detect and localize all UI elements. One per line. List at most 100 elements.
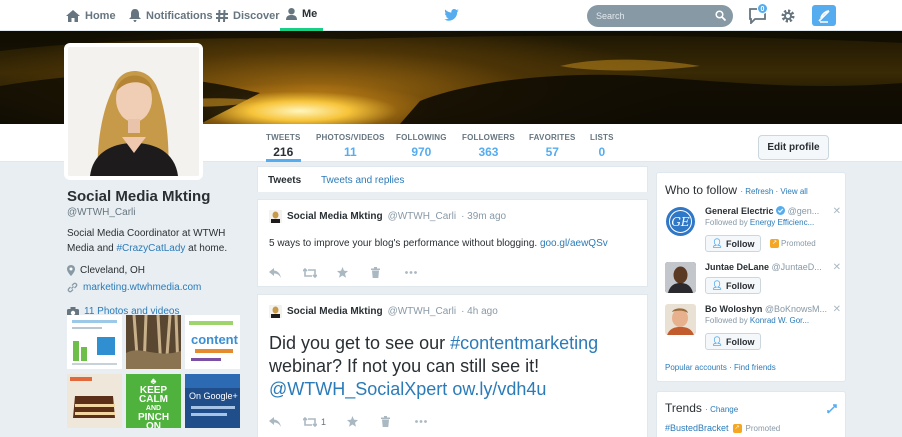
profile-card: Social Media Mkting @WTWH_Carli Social M… xyxy=(67,188,242,317)
stat-value: 216 xyxy=(273,145,294,159)
suggestion-avatar[interactable] xyxy=(665,262,696,293)
nav-home[interactable]: Home xyxy=(66,0,116,31)
word-cloud-text: content xyxy=(191,332,238,347)
photo-thumbnail-google-plus[interactable]: On Google+ xyxy=(185,374,240,428)
location-pin-icon xyxy=(67,265,75,276)
nav-discover[interactable]: Discover xyxy=(216,0,279,31)
more-button[interactable] xyxy=(415,420,449,423)
retweet-button[interactable] xyxy=(303,267,337,278)
search-icon[interactable] xyxy=(715,10,726,21)
tweet-author-name[interactable]: Social Media Mkting xyxy=(287,306,383,317)
gear-icon[interactable] xyxy=(780,8,796,24)
retweet-button[interactable]: 1 xyxy=(303,416,347,427)
stat-favorites[interactable]: FAVORITES 57 xyxy=(529,133,576,159)
who-to-follow-footer: Popular accounts · Find friends xyxy=(665,363,776,372)
suggestion-name[interactable]: Bo Woloshyn xyxy=(705,304,762,314)
tweet-line: Did you get to see our #contentmarketing xyxy=(269,332,639,355)
more-button[interactable] xyxy=(405,271,439,274)
stat-lists[interactable]: LISTS 0 xyxy=(590,133,614,159)
suggestion-handle: @JuntaeD... xyxy=(771,262,822,272)
reply-icon xyxy=(269,267,281,278)
compose-tweet-button[interactable] xyxy=(812,5,836,26)
favorite-button[interactable] xyxy=(347,416,381,427)
tweet-avatar[interactable] xyxy=(269,305,282,318)
stat-following[interactable]: FOLLOWING 970 xyxy=(396,133,447,159)
photo-thumbnail-word-cloud[interactable]: content xyxy=(185,315,240,369)
tweet-mention-link[interactable]: @WTWH_SocialXpert xyxy=(269,379,447,399)
stat-photos-videos[interactable]: PHOTOS/VIDEOS 11 xyxy=(316,133,385,159)
photo-thumbnail-keep-calm[interactable]: ♣ KEEP CALM AND PINCH ON xyxy=(126,374,181,428)
search-input[interactable] xyxy=(587,5,707,27)
star-icon xyxy=(337,267,348,278)
more-dots-icon xyxy=(415,420,427,423)
stat-value: 11 xyxy=(344,145,357,159)
tweet-author-name[interactable]: Social Media Mkting xyxy=(287,211,383,222)
search-box[interactable] xyxy=(587,5,733,27)
trend-item[interactable]: #BustedBracket ↗ Promoted xyxy=(665,423,780,433)
photo-thumbnail-chart[interactable] xyxy=(67,315,122,369)
view-all-link[interactable]: · View all xyxy=(776,187,808,196)
ge-logo-text: GE xyxy=(671,215,690,229)
follow-button[interactable]: 👤︎ Follow xyxy=(705,235,761,252)
suggestion-name[interactable]: General Electric xyxy=(705,206,774,216)
favorite-button[interactable] xyxy=(337,267,371,278)
suggestion-avatar[interactable]: GE xyxy=(665,206,696,237)
tab-tweets[interactable]: Tweets xyxy=(268,175,301,186)
stat-followers[interactable]: FOLLOWERS 363 xyxy=(462,133,515,159)
followed-by-link[interactable]: Energy Efficienc... xyxy=(750,218,814,227)
refresh-link[interactable]: · Refresh xyxy=(740,187,773,196)
promoted-text: Promoted xyxy=(745,423,781,433)
profile-name[interactable]: Social Media Mkting xyxy=(67,188,242,205)
delete-button[interactable] xyxy=(381,416,415,427)
reply-button[interactable] xyxy=(269,267,303,278)
suggestion-name[interactable]: Juntae DeLane xyxy=(705,262,769,272)
twitter-bird-icon[interactable] xyxy=(444,9,459,21)
promoted-label: ↗ Promoted xyxy=(770,239,816,248)
follow-label: Follow xyxy=(725,336,755,347)
follow-button[interactable]: 👤︎ Follow xyxy=(705,333,761,350)
suggestion-context: Followed by Konrad W. Gor... xyxy=(705,316,835,325)
tweet-timestamp[interactable]: · 4h ago xyxy=(461,306,498,317)
photo-thumbnail-forest[interactable] xyxy=(126,315,181,369)
popular-accounts-link[interactable]: Popular accounts xyxy=(665,363,727,372)
bio-hashtag-link[interactable]: #CrazyCatLady xyxy=(116,243,185,254)
website-link[interactable]: marketing.wtwhmedia.com xyxy=(83,282,201,293)
tweet-avatar[interactable] xyxy=(269,210,282,223)
edit-profile-button[interactable]: Edit profile xyxy=(758,135,829,160)
tweet-hashtag-link[interactable]: #contentmarketing xyxy=(450,333,598,353)
promoted-icon: ↗ xyxy=(770,239,779,248)
find-friends-link[interactable]: · Find friends xyxy=(729,363,776,372)
suggestion-name-row: Bo Woloshyn @BoKnowsM... xyxy=(705,304,840,314)
dismiss-suggestion-icon[interactable]: ✕ xyxy=(833,304,841,315)
tweet-card[interactable]: Social Media Mkting @WTWH_Carli · 39m ag… xyxy=(257,199,648,287)
stat-tweets[interactable]: TWEETS 216 xyxy=(266,133,301,162)
nav-me[interactable]: Me xyxy=(280,0,324,31)
top-navigation-bar: Home Notifications Discover Me 0 xyxy=(0,0,902,31)
profile-avatar[interactable] xyxy=(64,43,203,180)
reply-icon xyxy=(269,416,281,427)
dismiss-suggestion-icon[interactable]: ✕ xyxy=(833,262,841,273)
follow-button[interactable]: 👤︎ Follow xyxy=(705,277,761,294)
suggestion-avatar[interactable] xyxy=(665,304,696,335)
photo-thumbnail-cake[interactable] xyxy=(67,374,122,428)
followed-by-link[interactable]: Konrad W. Gor... xyxy=(750,316,809,325)
followed-by-label: Followed by xyxy=(705,316,750,325)
delete-button[interactable] xyxy=(371,267,405,278)
dismiss-suggestion-icon[interactable]: ✕ xyxy=(833,206,841,217)
forest-thumbnail xyxy=(126,315,181,369)
trends-settings-icon[interactable] xyxy=(827,404,837,414)
nav-me-label: Me xyxy=(302,8,318,20)
tweet-timestamp[interactable]: · 39m ago xyxy=(461,211,506,222)
trend-hashtag[interactable]: #BustedBracket xyxy=(665,423,729,433)
follow-suggestion: GE General Electric @gen... ✕ Followed b… xyxy=(665,206,841,254)
google-plus-text: On Google+ xyxy=(189,391,238,401)
change-trends-link[interactable]: · Change xyxy=(705,405,738,414)
tweet-header: Social Media Mkting @WTWH_Carli · 39m ag… xyxy=(269,210,506,223)
tab-tweets-and-replies[interactable]: Tweets and replies xyxy=(321,175,404,186)
tweet-actions: 1 xyxy=(269,416,449,427)
tweet-card[interactable]: Social Media Mkting @WTWH_Carli · 4h ago… xyxy=(257,294,648,437)
nav-notifications[interactable]: Notifications xyxy=(129,0,213,31)
reply-button[interactable] xyxy=(269,416,303,427)
tweet-link[interactable]: goo.gl/aewQSv xyxy=(540,238,608,249)
tweet-link[interactable]: ow.ly/vdh4u xyxy=(447,379,546,399)
